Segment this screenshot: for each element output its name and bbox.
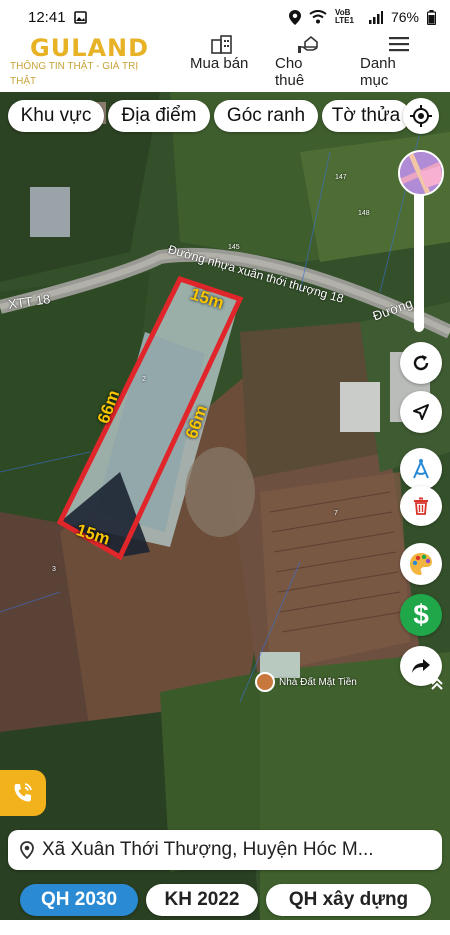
tag-kh-2022[interactable]: KH 2022: [146, 884, 258, 916]
parcel-number: 145: [228, 244, 240, 251]
signal-icon: [368, 10, 383, 24]
hand-house-icon: [275, 34, 335, 54]
poi-label: Nhà Đất Mặt Tiền: [279, 676, 357, 688]
address-bar[interactable]: Xã Xuân Thới Thượng, Huyện Hóc M...: [8, 830, 442, 870]
filter-parcel[interactable]: Tờ thửa: [322, 100, 410, 132]
brand-tagline: THÔNG TIN THẬT - GIÁ TRỊ THẬT: [10, 61, 139, 87]
battery-text: 76%: [390, 9, 419, 25]
navigate-button[interactable]: [400, 391, 442, 433]
location-pin-icon: [20, 841, 34, 859]
dollar-icon: $: [413, 599, 429, 630]
building-icon: [190, 34, 250, 54]
satellite-map[interactable]: Đường nhựa xuân thới thượng 18 Đường XTT…: [0, 92, 450, 920]
nav-rent[interactable]: Cho thuê: [275, 34, 335, 89]
parcel-number: 3: [52, 566, 56, 573]
compass-draw-icon: [413, 459, 429, 479]
parcel-number: 147: [335, 174, 347, 181]
wifi-icon: [309, 10, 327, 24]
brand-logo[interactable]: GULAND: [30, 34, 149, 62]
measure-tool-button[interactable]: [400, 448, 442, 490]
location-icon: [288, 9, 301, 25]
collapse-icon[interactable]: [430, 676, 444, 692]
trash-icon: [414, 497, 428, 515]
nav-buy-sell[interactable]: Mua bán: [190, 34, 250, 72]
nav-buy-sell-label: Mua bán: [190, 55, 249, 72]
tag-qh-construction[interactable]: QH xây dựng: [266, 884, 431, 916]
clock: 12:41: [28, 8, 66, 26]
address-text: Xã Xuân Thới Thượng, Huyện Hóc M...: [42, 839, 374, 860]
battery-icon: [427, 9, 436, 25]
palette-button[interactable]: [400, 543, 442, 585]
tag-qh-2030[interactable]: QH 2030: [20, 884, 138, 916]
palette-icon: [410, 553, 432, 575]
nav-rent-label: Cho thuê: [275, 55, 305, 89]
crosshair-icon: [410, 105, 432, 127]
opacity-slider[interactable]: [414, 182, 424, 332]
gallery-icon: [73, 10, 87, 24]
map-imagery: [0, 92, 450, 920]
network-label: VoB LTE1: [334, 8, 354, 25]
share-icon: [412, 659, 430, 673]
status-bar: 12:41 VoB LTE1 76%: [0, 0, 450, 34]
parcel-number: 148: [358, 210, 370, 217]
app-header: GULAND THÔNG TIN THẬT - GIÁ TRỊ THẬT Mua…: [0, 34, 450, 92]
my-location-button[interactable]: [403, 98, 439, 134]
menu-icon: [360, 34, 420, 54]
filter-area[interactable]: Khu vực: [8, 100, 104, 132]
filter-place[interactable]: Địa điểm: [108, 100, 210, 132]
price-button[interactable]: $: [400, 594, 442, 636]
nav-category[interactable]: Danh mục: [360, 34, 420, 89]
bottom-strip: [0, 920, 450, 935]
refresh-button[interactable]: [400, 342, 442, 384]
layer-thumbnail[interactable]: [398, 150, 444, 196]
phone-icon: [14, 783, 32, 802]
delete-button[interactable]: [400, 486, 442, 526]
poi-avatar: [255, 672, 275, 692]
poi-marker[interactable]: Nhà Đất Mặt Tiền: [255, 672, 357, 692]
parcel-number: 7: [334, 510, 338, 517]
nav-category-label: Danh mục: [360, 55, 396, 89]
refresh-icon: [413, 355, 429, 371]
parcel-number: 2: [142, 376, 146, 383]
call-button[interactable]: [0, 770, 46, 816]
navigation-arrow-icon: [413, 404, 429, 420]
filter-corner[interactable]: Góc ranh: [214, 100, 318, 132]
